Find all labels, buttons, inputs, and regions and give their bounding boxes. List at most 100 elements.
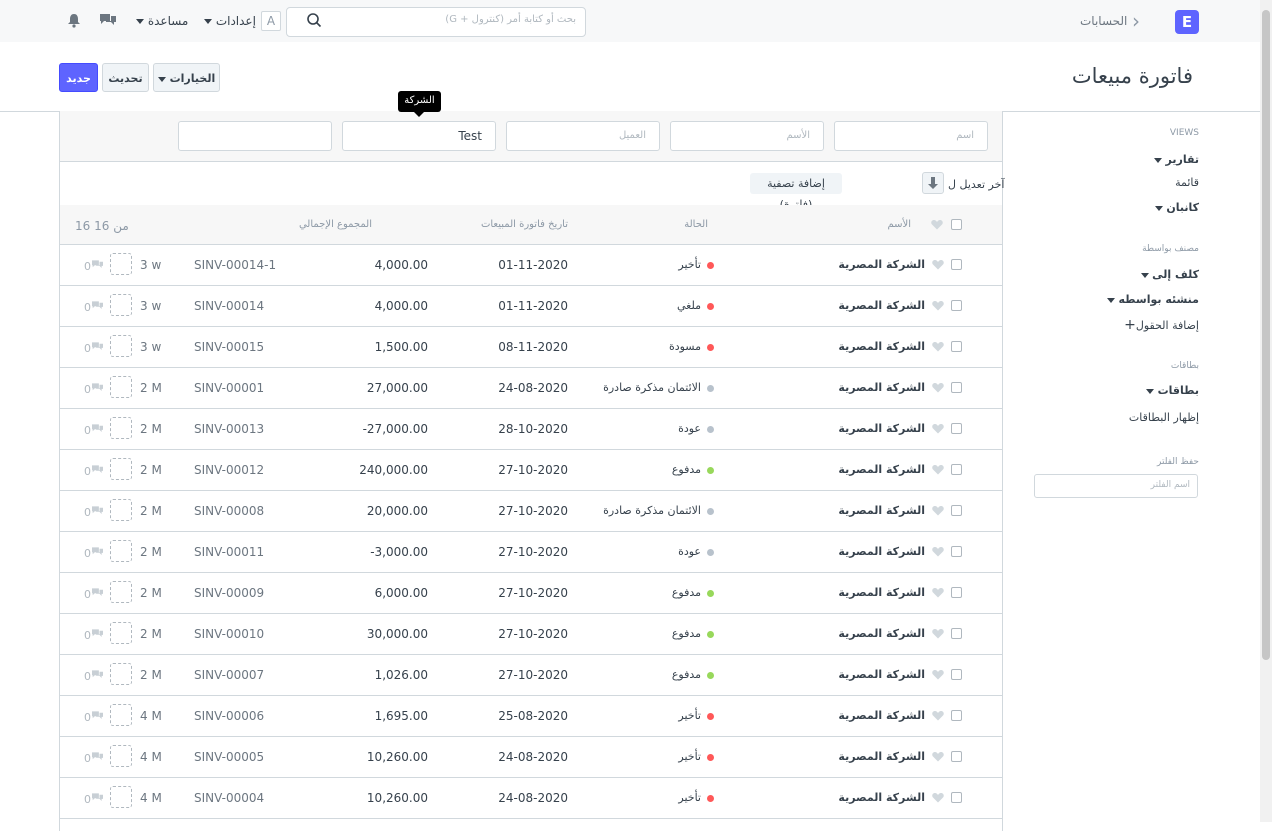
heart-icon[interactable] bbox=[932, 628, 944, 639]
app-logo[interactable]: E bbox=[1175, 10, 1199, 34]
heart-icon[interactable] bbox=[932, 300, 944, 311]
row-checkbox[interactable] bbox=[951, 341, 962, 352]
breadcrumb[interactable]: الحسابات bbox=[1080, 14, 1127, 28]
heart-icon[interactable] bbox=[932, 341, 944, 352]
assign-avatar-placeholder[interactable] bbox=[110, 663, 132, 685]
column-header-date[interactable]: تاريخ فاتورة المبيعات bbox=[481, 219, 568, 230]
assign-avatar-placeholder[interactable] bbox=[110, 622, 132, 644]
table-row[interactable]: الشركة المصرية مدفوع 27-10-2020 240,000.00 S… bbox=[60, 450, 1002, 491]
table-row[interactable]: الشركة المصرية عودة 27-10-2020 -3,000.00 SIN… bbox=[60, 532, 1002, 573]
row-checkbox[interactable] bbox=[951, 505, 962, 516]
assign-avatar-placeholder[interactable] bbox=[110, 499, 132, 521]
heart-icon[interactable] bbox=[932, 259, 944, 270]
assign-avatar-placeholder[interactable] bbox=[110, 376, 132, 398]
assign-avatar-placeholder[interactable] bbox=[110, 540, 132, 562]
row-id[interactable]: SINV-00010 bbox=[194, 627, 264, 641]
assign-avatar-placeholder[interactable] bbox=[110, 786, 132, 808]
table-row[interactable]: الشركة المصرية مسودة 08-11-2020 1,500.00 SIN… bbox=[60, 327, 1002, 368]
row-name[interactable]: الشركة المصرية bbox=[838, 299, 925, 312]
settings-dropdown[interactable]: إعدادات bbox=[204, 14, 256, 28]
heart-icon[interactable] bbox=[932, 505, 944, 516]
status-filter-input[interactable] bbox=[178, 121, 332, 151]
row-id[interactable]: SINV-00008 bbox=[194, 504, 264, 518]
row-id[interactable]: SINV-00014-1 bbox=[194, 258, 276, 272]
column-header-total[interactable]: المجموع الإجمالي bbox=[299, 219, 372, 230]
table-row[interactable]: الشركة المصرية مدفوع 27-10-2020 6,000.00 SIN… bbox=[60, 573, 1002, 614]
assign-avatar-placeholder[interactable] bbox=[110, 458, 132, 480]
row-id[interactable]: SINV-00006 bbox=[194, 709, 264, 723]
table-row[interactable]: الشركة المصرية تأخير 01-11-2020 4,000.00 SIN… bbox=[60, 245, 1002, 286]
table-row[interactable]: الشركة المصرية الائتمان مذكرة صادرة 24-08-… bbox=[60, 368, 1002, 409]
column-header-status[interactable]: الحالة bbox=[684, 219, 708, 230]
heart-icon[interactable] bbox=[932, 382, 944, 393]
row-id[interactable]: SINV-00009 bbox=[194, 586, 264, 600]
select-all-checkbox[interactable] bbox=[951, 219, 962, 230]
heart-icon[interactable] bbox=[932, 587, 944, 598]
row-id[interactable]: SINV-00013 bbox=[194, 422, 264, 436]
sidebar-item-kanban[interactable]: كانبان bbox=[1154, 201, 1199, 214]
bell-icon[interactable] bbox=[67, 13, 81, 28]
row-checkbox[interactable] bbox=[951, 423, 962, 434]
table-row[interactable]: الشركة المصرية مدفوع 27-10-2020 30,000.00 SI… bbox=[60, 614, 1002, 655]
row-name[interactable]: الشركة المصرية bbox=[838, 340, 925, 353]
heart-icon[interactable] bbox=[932, 710, 944, 721]
row-name[interactable]: الشركة المصرية bbox=[838, 586, 925, 599]
sidebar-item-assigned-to[interactable]: كلف إلى bbox=[1140, 268, 1199, 281]
table-row[interactable]: الشركة المصرية ملغي 01-11-2020 4,000.00 SINV… bbox=[60, 286, 1002, 327]
sort-selector[interactable]: آخر تعديل ل bbox=[948, 178, 1004, 191]
column-header-name[interactable]: الأسم bbox=[887, 219, 911, 230]
assign-avatar-placeholder[interactable] bbox=[110, 335, 132, 357]
assign-avatar-placeholder[interactable] bbox=[110, 253, 132, 275]
heart-icon[interactable] bbox=[932, 751, 944, 762]
row-checkbox[interactable] bbox=[951, 259, 962, 270]
row-name[interactable]: الشركة المصرية bbox=[838, 627, 925, 640]
row-checkbox[interactable] bbox=[951, 751, 962, 762]
heart-icon[interactable] bbox=[932, 423, 944, 434]
add-filter-button[interactable]: إضافة تصفية (فلترة) bbox=[750, 173, 842, 211]
row-id[interactable]: SINV-00012 bbox=[194, 463, 264, 477]
row-checkbox[interactable] bbox=[951, 587, 962, 598]
assign-avatar-placeholder[interactable] bbox=[110, 417, 132, 439]
table-row[interactable]: الشركة المصرية الائتمان مذكرة صادرة 27-10-… bbox=[60, 491, 1002, 532]
row-name[interactable]: الشركة المصرية bbox=[838, 750, 925, 763]
assign-avatar-placeholder[interactable] bbox=[110, 294, 132, 316]
help-dropdown[interactable]: مساعدة bbox=[136, 14, 188, 28]
row-checkbox[interactable] bbox=[951, 546, 962, 557]
sidebar-item-list[interactable]: قائمة bbox=[1175, 176, 1199, 189]
row-id[interactable]: SINV-00007 bbox=[194, 668, 264, 682]
row-checkbox[interactable] bbox=[951, 464, 962, 475]
table-row[interactable]: الشركة المصرية تأخير 24-08-2020 10,260.00 SI… bbox=[60, 737, 1002, 778]
row-id[interactable]: SINV-00001 bbox=[194, 381, 264, 395]
row-name[interactable]: الشركة المصرية bbox=[838, 258, 925, 271]
row-id[interactable]: SINV-00004 bbox=[194, 791, 264, 805]
refresh-button[interactable]: تحديث bbox=[102, 63, 149, 92]
heart-icon[interactable] bbox=[932, 546, 944, 557]
table-row[interactable]: الشركة المصرية مدفوع 27-10-2020 1,026.00 SIN… bbox=[60, 655, 1002, 696]
row-name[interactable]: الشركة المصرية bbox=[838, 668, 925, 681]
assign-avatar-placeholder[interactable] bbox=[110, 581, 132, 603]
table-row[interactable]: الشركة المصرية تأخير 24-08-2020 10,260.00 SI… bbox=[60, 778, 1002, 819]
chat-icon[interactable] bbox=[99, 12, 117, 28]
row-checkbox[interactable] bbox=[951, 300, 962, 311]
new-button[interactable]: جديد bbox=[59, 63, 98, 92]
chevron-left-icon[interactable]: › bbox=[1132, 11, 1140, 31]
row-name[interactable]: الشركة المصرية bbox=[838, 504, 925, 517]
row-name[interactable]: الشركة المصرية bbox=[838, 545, 925, 558]
show-cards-link[interactable]: إظهار البطاقات bbox=[1129, 411, 1199, 424]
heart-icon[interactable] bbox=[932, 464, 944, 475]
options-button[interactable]: الخيارات bbox=[153, 63, 220, 92]
row-name[interactable]: الشركة المصرية bbox=[838, 381, 925, 394]
row-checkbox[interactable] bbox=[951, 669, 962, 680]
assign-avatar-placeholder[interactable] bbox=[110, 745, 132, 767]
sort-order-button[interactable] bbox=[922, 172, 944, 194]
heart-icon[interactable] bbox=[932, 669, 944, 680]
sidebar-item-created-by[interactable]: منشئه بواسطه bbox=[1107, 293, 1199, 306]
avatar[interactable]: A bbox=[261, 11, 281, 31]
row-id[interactable]: SINV-00015 bbox=[194, 340, 264, 354]
row-checkbox[interactable] bbox=[951, 382, 962, 393]
sidebar-item-cards[interactable]: بطاقات bbox=[1146, 384, 1199, 397]
row-name[interactable]: الشركة المصرية bbox=[838, 791, 925, 804]
row-name[interactable]: الشركة المصرية bbox=[838, 463, 925, 476]
row-name[interactable]: الشركة المصرية bbox=[838, 422, 925, 435]
add-fields-link[interactable]: +إضافة الحقول bbox=[1124, 317, 1199, 333]
